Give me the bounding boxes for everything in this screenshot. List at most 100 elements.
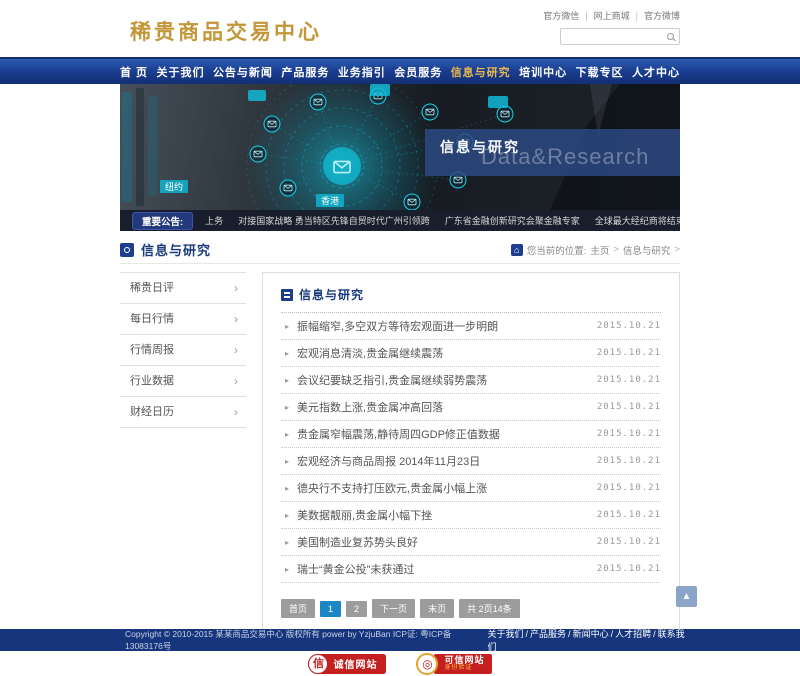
announcement-item[interactable]: 全球最大经纪商将结束LME基本金属业务 — [595, 214, 680, 227]
article-link[interactable]: 美元指数上涨,贵金属冲高回落 — [297, 399, 597, 415]
footer-bar: Copyright © 2010-2015 某某商品交易中心 版权所有 powe… — [0, 629, 800, 651]
sidebar-item-daily-review[interactable]: 稀贵日评› — [120, 273, 246, 304]
article-row: ▸瑞士“黄金公投”未获通过2015.10.21 — [281, 556, 661, 583]
top-header: 稀贵商品交易中心 官方微信|网上商城|官方微博 — [0, 0, 800, 57]
sidebar-menu: 稀贵日评› 每日行情› 行情周报 › 行业数据› 财经日历 › — [120, 272, 246, 428]
pagination: 首页 1 2 下一页 末页 共 2页14条 — [281, 599, 661, 618]
article-list: ▸振幅缩窄,多空双方等待宏观面进一步明朗2015.10.21 ▸宏观消息清淡,贵… — [281, 313, 661, 583]
search-box — [560, 28, 680, 45]
search-input[interactable] — [566, 32, 667, 42]
link-weibo[interactable]: 官方微博 — [644, 11, 680, 21]
nav-item-training[interactable]: 培训中心 — [519, 64, 567, 80]
announcement-label: 重要公告: — [132, 212, 193, 230]
breadcrumb: ⌂ 您当前的位置: 主页 > 信息与研究 > — [511, 243, 680, 257]
nav-item-research[interactable]: 信息与研究 — [451, 64, 511, 80]
article-date: 2015.10.21 — [597, 510, 661, 520]
article-link[interactable]: 宏观经济与商品周报 2014年11月23日 — [297, 453, 597, 469]
pagination-next[interactable]: 下一页 — [372, 599, 415, 618]
article-date: 2015.10.21 — [597, 321, 661, 331]
nav-items: 首 页 关于我们 公告与新闻 产品服务 业务指引 会员服务 信息与研究 培训中心… — [120, 59, 680, 84]
article-link[interactable]: 会议纪要缺乏指引,贵金属继续弱势震荡 — [297, 372, 597, 388]
footer-link-about[interactable]: 关于我们 — [488, 629, 524, 639]
pagination-first[interactable]: 首页 — [281, 599, 315, 618]
nav-item-careers[interactable]: 人才中心 — [632, 64, 680, 80]
panel-header: 信息与研究 — [281, 286, 661, 313]
article-link[interactable]: 瑞士“黄金公投”未获通过 — [297, 561, 597, 577]
kexin-badge-labels: 可信网站 身份验证 — [434, 654, 491, 674]
map-label-newyork: 纽约 — [165, 181, 183, 192]
chengxin-seal-icon: 信 — [308, 654, 328, 674]
site-logo[interactable]: 稀贵商品交易中心 — [130, 16, 322, 46]
list-marker-icon: ▸ — [285, 376, 289, 385]
announcement-bar: 重要公告: 上务 对接国家战略 勇当特区先锋自贸时代广州引领跨 广东省金融创新研… — [120, 210, 680, 231]
list-marker-icon: ▸ — [285, 457, 289, 466]
copyright-text: Copyright © 2010-2015 某某商品交易中心 版权所有 powe… — [125, 628, 488, 652]
announcement-item[interactable]: 上务 — [205, 214, 223, 227]
page-header: 信息与研究 ⌂ 您当前的位置: 主页 > 信息与研究 > — [120, 239, 680, 264]
page-title-group: 信息与研究 — [120, 240, 211, 259]
article-row: ▸贵金属窄幅震荡,静待周四GDP修正值数据2015.10.21 — [281, 421, 661, 448]
list-marker-icon: ▸ — [285, 565, 289, 574]
nav-item-about[interactable]: 关于我们 — [157, 64, 205, 80]
sidebar-item-weekly-report[interactable]: 行情周报 › — [120, 335, 246, 366]
main-content: 稀贵日评› 每日行情› 行情周报› 行业数据› 财经日历› 信息与研究 ▸振幅缩… — [120, 272, 680, 637]
article-row: ▸ 宏观经济与商品周报 2014年11月23日2015.10.21 — [281, 448, 661, 475]
article-date: 2015.10.21 — [597, 429, 661, 439]
sidebar-item-label: 行情周报 — [130, 335, 174, 365]
article-row: ▸振幅缩窄,多空双方等待宏观面进一步明朗2015.10.21 — [281, 313, 661, 340]
map-label-hongkong: 香港 — [321, 195, 339, 206]
search-icon[interactable] — [667, 33, 674, 40]
announcement-item[interactable]: 对接国家战略 勇当特区先锋自贸时代广州引领跨 — [238, 214, 430, 227]
article-link[interactable]: 宏观消息清淡,贵金属继续震荡 — [297, 345, 597, 361]
hero-banner: 纽约 香港 Data&Research 信息与研究 — [120, 84, 680, 210]
article-panel: 信息与研究 ▸振幅缩窄,多空双方等待宏观面进一步明朗2015.10.21 ▸宏观… — [262, 272, 680, 637]
article-date: 2015.10.21 — [597, 456, 661, 466]
pagination-page-1[interactable]: 1 — [320, 601, 341, 617]
back-to-top-button[interactable]: ▲ — [676, 586, 697, 607]
nav-item-products[interactable]: 产品服务 — [281, 64, 329, 80]
breadcrumb-label: 您当前的位置: — [527, 243, 587, 257]
article-row: ▸美数据靓丽,贵金属小幅下挫2015.10.21 — [281, 502, 661, 529]
pagination-last[interactable]: 末页 — [420, 599, 454, 618]
sidebar-item-industry-data[interactable]: 行业数据› — [120, 366, 246, 397]
chevron-right-icon: › — [234, 397, 238, 427]
article-link[interactable]: 贵金属窄幅震荡,静待周四GDP修正值数据 — [297, 426, 597, 442]
kexin-badge[interactable]: ◎ 可信网站 身份验证 — [416, 653, 491, 675]
article-link[interactable]: 美数据靓丽,贵金属小幅下挫 — [297, 507, 597, 523]
breadcrumb-home[interactable]: 主页 — [590, 243, 609, 257]
home-icon: ⌂ — [511, 244, 523, 256]
nav-item-download[interactable]: 下载专区 — [576, 64, 624, 80]
chevron-right-icon: › — [234, 335, 238, 365]
article-date: 2015.10.21 — [597, 537, 661, 547]
footer-link-news[interactable]: 新闻中心 — [573, 629, 609, 639]
nav-item-news[interactable]: 公告与新闻 — [213, 64, 273, 80]
article-link[interactable]: 德央行不支持打压欧元,贵金属小幅上涨 — [297, 480, 597, 496]
page-title: 信息与研究 — [141, 240, 211, 259]
sidebar-item-label: 财经日历 — [130, 397, 174, 427]
footer: Copyright © 2010-2015 某某商品交易中心 版权所有 powe… — [0, 629, 800, 676]
article-link[interactable]: 美国制造业复苏势头良好 — [297, 534, 597, 550]
breadcrumb-current[interactable]: 信息与研究 — [623, 243, 671, 257]
link-wechat[interactable]: 官方微信 — [543, 11, 579, 21]
pagination-summary: 共 2页14条 — [459, 599, 520, 618]
top-links: 官方微信|网上商城|官方微博 — [543, 9, 680, 22]
sidebar-item-finance-calendar[interactable]: 财经日历 › — [120, 397, 246, 428]
footer-link-separator: / — [653, 629, 656, 639]
nav-item-member[interactable]: 会员服务 — [394, 64, 442, 80]
link-mall[interactable]: 网上商城 — [594, 11, 630, 21]
article-row: ▸会议纪要缺乏指引,贵金属继续弱势震荡2015.10.21 — [281, 367, 661, 394]
chengxin-badge[interactable]: 信 诚信网站 — [308, 654, 386, 674]
panel-title-icon — [281, 289, 293, 301]
nav-item-home[interactable]: 首 页 — [120, 64, 148, 80]
chevron-right-icon: › — [234, 366, 238, 396]
nav-item-guide[interactable]: 业务指引 — [338, 64, 386, 80]
kexin-badge-label: 可信网站 — [444, 655, 484, 665]
announcement-item[interactable]: 广东省金融创新研究会聚金融专家 — [445, 214, 580, 227]
article-link[interactable]: 振幅缩窄,多空双方等待宏观面进一步明朗 — [297, 318, 597, 334]
list-marker-icon: ▸ — [285, 538, 289, 547]
sidebar-item-daily-quotes[interactable]: 每日行情› — [120, 304, 246, 335]
footer-link-jobs[interactable]: 人才招聘 — [615, 629, 651, 639]
footer-link-separator: / — [611, 629, 614, 639]
pagination-page-2[interactable]: 2 — [346, 601, 367, 617]
footer-link-products[interactable]: 产品服务 — [530, 629, 566, 639]
